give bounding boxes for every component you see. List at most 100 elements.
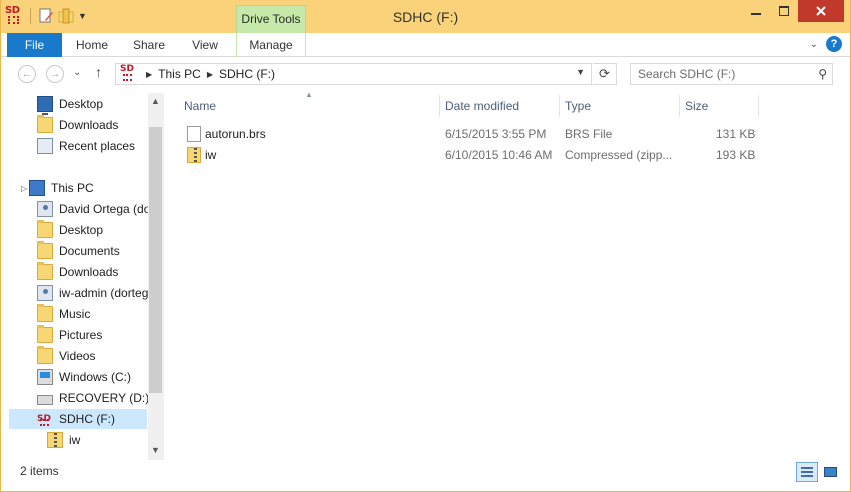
nav-item-downloads[interactable]: Downloads bbox=[37, 115, 118, 135]
nav-item-label: Pictures bbox=[59, 328, 103, 342]
nav-item-label: Downloads bbox=[59, 118, 119, 132]
tab-view[interactable]: View bbox=[181, 33, 229, 57]
nav-item-music[interactable]: Music bbox=[37, 304, 90, 324]
breadcrumb-this-pc[interactable]: This PC bbox=[158, 67, 201, 81]
tab-file[interactable]: File bbox=[7, 33, 62, 57]
item-count: 2 items bbox=[20, 464, 59, 478]
up-button[interactable]: ↑ bbox=[95, 64, 102, 80]
column-divider[interactable] bbox=[679, 95, 680, 117]
nav-item-david-ortega[interactable]: David Ortega (do bbox=[37, 199, 150, 219]
large-icons-view-button[interactable] bbox=[819, 462, 841, 482]
details-view-button[interactable] bbox=[796, 462, 818, 482]
file-name: autorun.brs bbox=[205, 127, 266, 141]
scroll-down-icon[interactable]: ▼ bbox=[151, 445, 160, 455]
table-row[interactable]: iw 6/10/2015 10:46 AM Compressed (zipp..… bbox=[177, 145, 777, 166]
search-placeholder: Search SDHC (F:) bbox=[638, 67, 736, 81]
nav-item-this-pc[interactable]: This PC bbox=[29, 178, 94, 198]
breadcrumb-sdhc[interactable]: SDHC (F:) bbox=[219, 67, 275, 81]
nav-item-sdhc-f[interactable]: SD SDHC (F:) bbox=[9, 409, 147, 429]
folder-icon bbox=[37, 220, 53, 238]
search-input[interactable]: Search SDHC (F:) ⚲ bbox=[630, 63, 833, 85]
zip-folder-icon bbox=[187, 147, 201, 163]
scroll-up-icon[interactable]: ▲ bbox=[151, 96, 160, 106]
sort-ascending-icon: ▲ bbox=[305, 90, 313, 99]
back-arrow-icon: ← bbox=[21, 68, 33, 80]
minimize-button[interactable] bbox=[742, 0, 770, 22]
nav-item-label: iw-admin (dorteg bbox=[59, 286, 149, 300]
computer-icon bbox=[29, 180, 45, 196]
column-header-size[interactable]: Size bbox=[685, 95, 708, 117]
nav-item-pictures[interactable]: Pictures bbox=[37, 325, 102, 345]
nav-item-iw-admin[interactable]: iw-admin (dorteg bbox=[37, 283, 148, 303]
file-list: ▲ Name Date modified Type Size autorun.b… bbox=[177, 90, 777, 460]
forward-arrow-icon: → bbox=[49, 68, 61, 80]
maximize-button[interactable] bbox=[770, 0, 798, 22]
nav-item-label: Desktop bbox=[59, 97, 104, 111]
file-date: 6/10/2015 10:46 AM bbox=[445, 148, 553, 162]
drive-icon bbox=[37, 395, 53, 405]
details-view-icon bbox=[801, 467, 813, 477]
column-header-type[interactable]: Type bbox=[565, 95, 591, 117]
nav-item-recent-places[interactable]: Recent places bbox=[37, 136, 135, 156]
tab-share[interactable]: Share bbox=[125, 33, 173, 57]
nav-item-iw[interactable]: iw bbox=[47, 430, 80, 450]
large-icons-view-icon bbox=[824, 467, 837, 477]
column-header-date-modified[interactable]: Date modified bbox=[445, 95, 519, 117]
desktop-icon bbox=[37, 96, 53, 115]
close-button[interactable] bbox=[798, 0, 844, 22]
scrollbar-thumb[interactable] bbox=[149, 127, 162, 393]
user-folder-icon bbox=[37, 285, 53, 301]
expand-ribbon-icon[interactable]: ⌄ bbox=[810, 39, 818, 50]
address-dropdown-icon[interactable]: ▼ bbox=[576, 67, 585, 77]
nav-item-label: RECOVERY (D:) bbox=[59, 391, 150, 405]
zip-folder-icon bbox=[47, 432, 63, 448]
nav-item-desktop[interactable]: Desktop bbox=[37, 94, 104, 115]
maximize-icon bbox=[779, 6, 789, 16]
navigation-pane: Desktop Downloads Recent places ▷ This P… bbox=[9, 93, 164, 460]
folder-icon bbox=[37, 304, 53, 322]
explorer-window: SD ▼ Drive Tools SDHC (F:) File Home Sha… bbox=[0, 0, 851, 492]
nav-item-label: Desktop bbox=[59, 223, 104, 237]
column-header-name[interactable]: Name bbox=[184, 95, 216, 117]
nav-pane-scrollbar[interactable]: ▲ ▼ bbox=[148, 93, 164, 460]
column-divider[interactable] bbox=[559, 95, 560, 117]
file-name: iw bbox=[205, 148, 217, 162]
folder-icon bbox=[37, 346, 53, 364]
nav-item-documents[interactable]: Documents bbox=[37, 241, 120, 261]
help-icon[interactable]: ? bbox=[826, 36, 842, 52]
expand-this-pc-icon[interactable]: ▷ bbox=[21, 184, 27, 193]
nav-item-downloads-pc[interactable]: Downloads bbox=[37, 262, 118, 282]
status-bar: 2 items bbox=[1, 460, 850, 491]
refresh-icon: ⟳ bbox=[599, 66, 610, 81]
forward-button[interactable]: → bbox=[46, 65, 64, 83]
window-controls bbox=[742, 0, 844, 22]
column-divider[interactable] bbox=[758, 95, 759, 117]
tab-manage[interactable]: Manage bbox=[236, 33, 306, 57]
column-divider[interactable] bbox=[439, 95, 440, 117]
ribbon-tab-bar: File Home Share View Manage ⌄ ? bbox=[1, 33, 850, 57]
nav-item-desktop-pc[interactable]: Desktop bbox=[37, 220, 103, 240]
sd-card-icon: SD bbox=[37, 414, 51, 426]
folder-icon bbox=[37, 241, 53, 259]
tab-home[interactable]: Home bbox=[67, 33, 117, 57]
search-icon: ⚲ bbox=[818, 67, 827, 81]
back-button[interactable]: ← bbox=[18, 65, 36, 83]
recent-locations-icon[interactable]: ⌄ bbox=[73, 67, 81, 78]
breadcrumb-separator-icon[interactable]: ▶ bbox=[207, 70, 213, 79]
folder-icon bbox=[37, 262, 53, 280]
address-bar[interactable]: SD ▶ This PC ▶ SDHC (F:) ▼ bbox=[115, 63, 592, 85]
breadcrumb-separator-icon[interactable]: ▶ bbox=[146, 70, 152, 79]
user-folder-icon bbox=[37, 201, 53, 217]
nav-item-label: iw bbox=[69, 433, 81, 447]
table-row[interactable]: autorun.brs 6/15/2015 3:55 PM BRS File 1… bbox=[177, 124, 777, 145]
nav-item-recovery-d[interactable]: RECOVERY (D:) bbox=[37, 388, 149, 408]
nav-item-videos[interactable]: Videos bbox=[37, 346, 95, 366]
nav-item-label: Windows (C:) bbox=[59, 370, 132, 384]
nav-item-label: This PC bbox=[51, 181, 94, 195]
nav-item-windows-c[interactable]: Windows (C:) bbox=[37, 367, 131, 387]
title-bar: SD ▼ Drive Tools SDHC (F:) bbox=[1, 0, 850, 33]
file-size: 193 KB bbox=[716, 148, 756, 162]
file-date: 6/15/2015 3:55 PM bbox=[445, 127, 547, 141]
ribbon-right-controls: ⌄ ? bbox=[810, 36, 842, 52]
refresh-button[interactable]: ⟳ bbox=[593, 63, 617, 85]
